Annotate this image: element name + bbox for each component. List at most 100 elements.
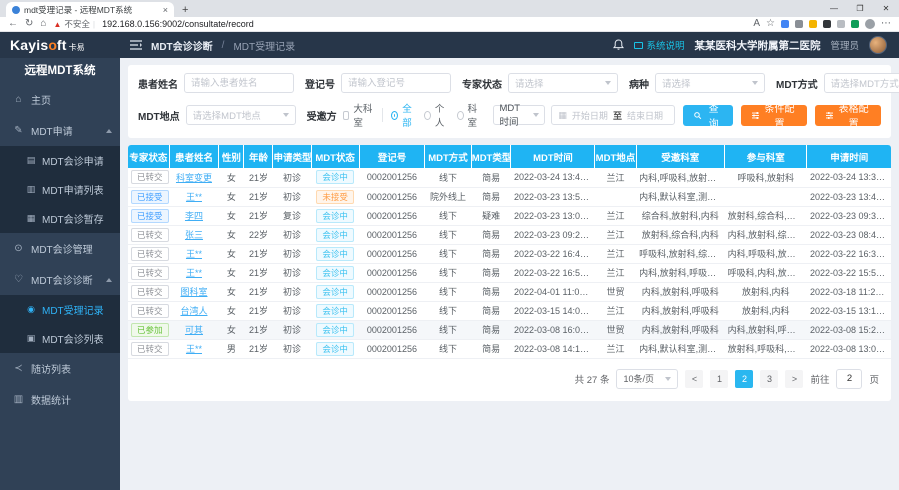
mdt-place-select[interactable]: 请选择MDT地点	[186, 105, 296, 125]
extension-icon[interactable]	[795, 20, 803, 28]
mdt-mode-select[interactable]: 请选择MDT方式	[824, 73, 899, 93]
table-config-label: 表格配置	[837, 100, 870, 130]
patient-name-link[interactable]: 张三	[185, 230, 203, 240]
url-text[interactable]: 192.168.0.156:9002/consultate/record	[102, 19, 746, 29]
expert-status-select[interactable]: 请选择	[508, 73, 618, 93]
table-row: 已转交 台湾人 女 21岁 初诊 会诊中 0002001256 线下 简易 20…	[128, 301, 891, 320]
extension-icon[interactable]	[851, 20, 859, 28]
patient-name-cell: 可其	[169, 320, 219, 339]
zoom-text-icon[interactable]: A	[753, 19, 760, 29]
goto-page-input[interactable]	[836, 369, 862, 389]
prev-page-button[interactable]: <	[685, 370, 703, 388]
sidebar-item-mdt-manage[interactable]: ⊙ MDT会诊管理	[0, 233, 120, 264]
user-avatar[interactable]	[869, 36, 887, 54]
maximize-button[interactable]: ❐	[847, 4, 873, 13]
hospital-name: 某某医科大学附属第二医院	[694, 38, 820, 53]
extension-icon[interactable]	[809, 20, 817, 28]
apply-time-cell: 2022-03-23 13:41:45	[807, 187, 891, 206]
refresh-icon[interactable]: ↻	[25, 19, 33, 29]
patient-name-link[interactable]: 王**	[186, 192, 202, 202]
notification-bell-icon[interactable]	[613, 39, 624, 51]
time-type-select[interactable]: MDT时间	[493, 105, 545, 125]
mdt-type-cell: 简易	[471, 225, 511, 244]
mdt-status-cell: 会诊中	[311, 301, 359, 320]
bookmark-star-icon[interactable]: ☆	[766, 19, 775, 29]
table-config-button[interactable]: 表格配置	[815, 105, 881, 126]
gender-cell: 女	[219, 282, 244, 301]
sidebar-item-statistics[interactable]: ▥ 数据统计	[0, 384, 120, 415]
sidebar-item-mdt-apply[interactable]: ✎ MDT申请	[0, 115, 120, 146]
sidebar-item-mdt-diagnosis[interactable]: ♡ MDT会诊诊断	[0, 264, 120, 295]
big-dept-checkbox[interactable]	[343, 111, 350, 120]
mdt-mode-cell: 线下	[425, 244, 472, 263]
radio-all[interactable]	[391, 111, 398, 120]
patient-name-link[interactable]: 图科室	[180, 287, 207, 297]
system-note-link[interactable]: 系统说明	[634, 38, 684, 52]
security-chip[interactable]: ▲ 不安全 |	[53, 18, 95, 30]
breadcrumb-section[interactable]: MDT会诊诊断	[151, 38, 213, 53]
browser-tab[interactable]: mdt受理记录 - 远程MDT系统 ×	[6, 2, 174, 17]
page-button-2[interactable]: 2	[735, 370, 753, 388]
page-button-1[interactable]: 1	[710, 370, 728, 388]
mdt-mode-cell: 线下	[425, 168, 472, 187]
mdt-time-cell: 2022-03-15 14:00:00	[511, 301, 595, 320]
mdt-time-cell: 2022-04-01 11:00:00	[511, 282, 595, 301]
sidebar-item-home[interactable]: ⌂ 主页	[0, 84, 120, 115]
radio-personal[interactable]	[424, 111, 431, 120]
patient-name-link[interactable]: 科室变更	[176, 173, 212, 183]
extension-icon[interactable]	[781, 20, 789, 28]
condition-config-button[interactable]: 条件配置	[741, 105, 807, 126]
patient-name-link[interactable]: 李四	[185, 211, 203, 221]
page-button-3[interactable]: 3	[760, 370, 778, 388]
patient-name-link[interactable]: 台湾人	[180, 306, 207, 316]
date-range-picker[interactable]: ▦ 开始日期 至 结束日期	[551, 105, 675, 125]
page-size-select[interactable]: 10条/页	[616, 369, 678, 389]
minimize-button[interactable]: —	[821, 4, 847, 13]
close-button[interactable]: ✕	[873, 4, 899, 13]
visit-type-cell: 初诊	[273, 244, 311, 263]
tab-close-icon[interactable]: ×	[163, 5, 168, 15]
records-table: 专家状态患者姓名性别年龄申请类型MDT状态登记号MDT方式MDT类型MDT时间M…	[128, 145, 891, 359]
patient-name-input[interactable]	[184, 73, 294, 93]
column-header: 申请时间	[807, 145, 891, 168]
extension-icon[interactable]	[823, 20, 831, 28]
sidebar-item-mdt-draft[interactable]: ▦ MDT会诊暂存	[0, 204, 120, 233]
expert-status-cell: 已参加	[128, 320, 169, 339]
mdt-status-tag: 会诊中	[316, 266, 354, 280]
home-icon[interactable]: ⌂	[40, 19, 46, 29]
mdt-type-cell: 简易	[471, 320, 511, 339]
apply-time-cell: 2022-03-18 11:28:25	[807, 282, 891, 301]
table-row: 已转交 王** 女 21岁 初诊 会诊中 0002001256 线下 简易 20…	[128, 244, 891, 263]
patient-name-link[interactable]: 王**	[186, 268, 202, 278]
expert-status-cell: 已转交	[128, 282, 169, 301]
chip-divider: |	[93, 19, 95, 29]
back-icon[interactable]: ←	[8, 19, 18, 29]
disease-select[interactable]: 请选择	[655, 73, 765, 93]
next-page-button[interactable]: >	[785, 370, 803, 388]
browser-menu-icon[interactable]: ⋯	[881, 19, 891, 29]
sidebar-item-mdt-record[interactable]: ◉ MDT受理记录	[0, 295, 120, 324]
mdt-mode-label: MDT方式	[776, 76, 818, 91]
extension-icon[interactable]	[837, 20, 845, 28]
patient-name-link[interactable]: 王**	[186, 344, 202, 354]
sidebar-item-mdt-consult-apply[interactable]: ▤ MDT会诊申请	[0, 146, 120, 175]
sidebar-item-followup-list[interactable]: ≺ 随访列表	[0, 353, 120, 384]
sidebar-item-mdt-consult-list[interactable]: ▣ MDT会诊列表	[0, 324, 120, 353]
system-note-label: 系统说明	[646, 38, 684, 52]
mdt-time-cell: 2022-03-22 16:40:00	[511, 244, 595, 263]
radio-dept[interactable]	[457, 111, 464, 120]
sidebar-item-mdt-apply-list[interactable]: ▥ MDT申请列表	[0, 175, 120, 204]
query-button[interactable]: 查询	[683, 105, 732, 126]
browser-profile-avatar[interactable]	[865, 19, 875, 29]
invited-label: 受邀方	[307, 108, 337, 123]
mdt-status-tag: 会诊中	[316, 170, 354, 184]
reg-no-input[interactable]	[341, 73, 451, 93]
new-tab-button[interactable]: +	[182, 3, 188, 17]
list-icon: ▦	[26, 213, 36, 224]
date-range-separator: 至	[613, 109, 622, 122]
patient-name-link[interactable]: 可其	[185, 325, 203, 335]
records-table-panel: 专家状态患者姓名性别年龄申请类型MDT状态登记号MDT方式MDT类型MDT时间M…	[128, 145, 891, 401]
mdt-mode-cell: 线下	[425, 263, 472, 282]
patient-name-link[interactable]: 王**	[186, 249, 202, 259]
collapse-menu-icon[interactable]	[130, 40, 142, 50]
